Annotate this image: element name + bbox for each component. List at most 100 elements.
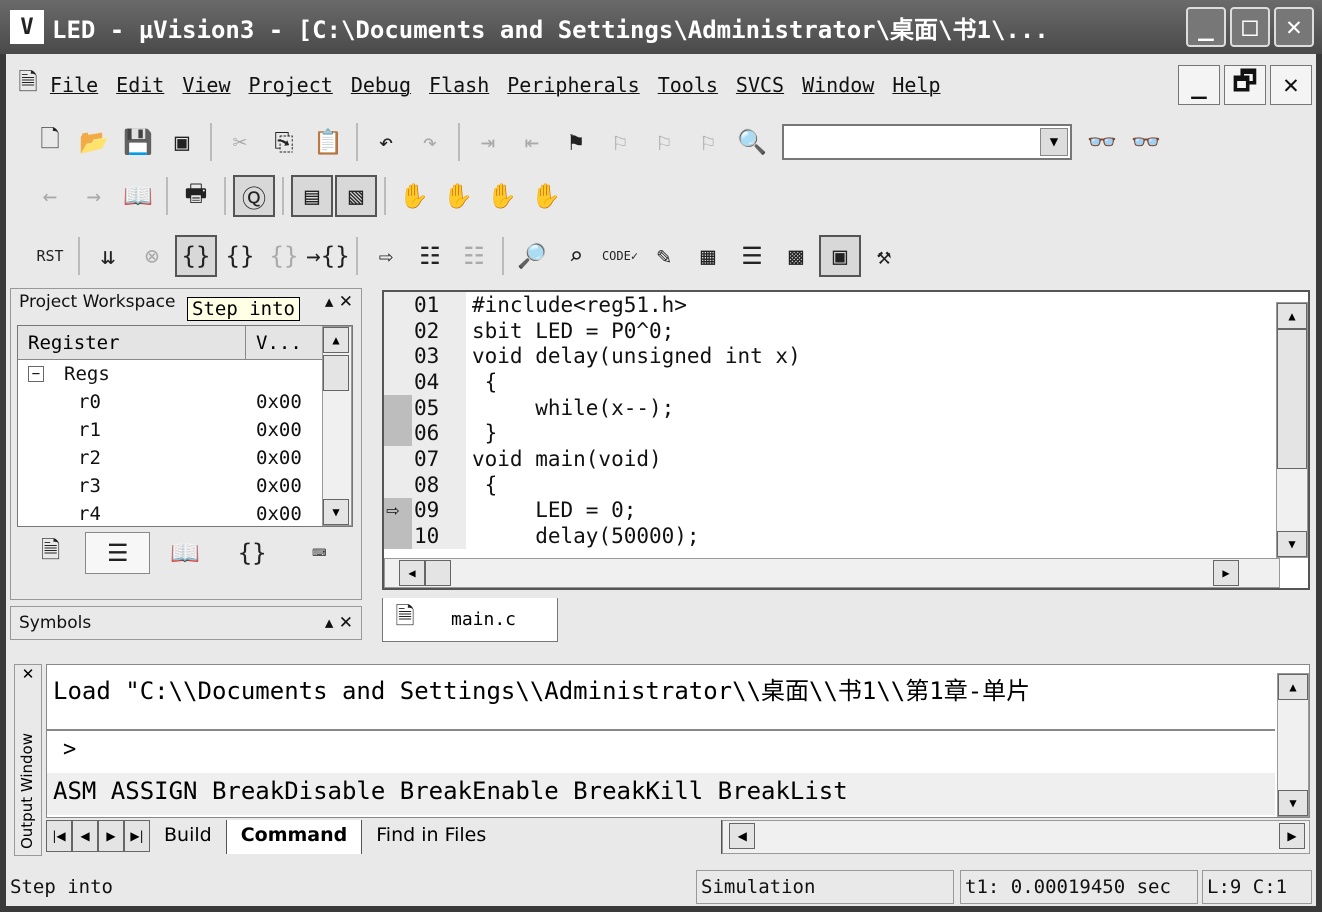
scroll-thumb[interactable] — [425, 560, 451, 586]
scroll-right-button[interactable]: ▶ — [1213, 560, 1239, 586]
mdi-minimize-button[interactable]: _ — [1178, 65, 1220, 105]
code-line[interactable]: 06 } — [384, 420, 1308, 447]
menu-help[interactable]: Help — [892, 73, 940, 97]
output-hscrollbar[interactable]: ◀ ▶ — [722, 820, 1310, 854]
run-to-cursor-icon[interactable]: →{} — [306, 235, 349, 277]
watch-icon[interactable]: ⌕ — [555, 235, 597, 277]
incremental-find-icon[interactable]: 👓 — [1125, 121, 1167, 163]
menu-debug[interactable]: Debug — [351, 73, 411, 97]
minimize-button[interactable]: _ — [1186, 7, 1226, 47]
command-prompt[interactable]: > — [47, 731, 1309, 773]
clear-bookmarks-icon[interactable]: ⚐ — [687, 121, 729, 163]
menu-file[interactable]: File — [50, 73, 98, 97]
trace-records-icon[interactable]: ☷ — [453, 235, 495, 277]
vertical-scrollbar[interactable]: ▲ ▼ — [322, 326, 352, 526]
code-line[interactable]: 02 sbit LED = P0^0; — [384, 317, 1308, 344]
menu-edit[interactable]: Edit — [116, 73, 164, 97]
print-icon[interactable]: 🖶 — [175, 175, 217, 217]
insert-breakpoint-icon[interactable]: ✋ — [393, 175, 435, 217]
save-icon[interactable]: 💾 — [117, 121, 159, 163]
tab-main-c[interactable]: 🗎 main.c — [382, 598, 558, 642]
scroll-right-button[interactable]: ▶ — [1279, 823, 1305, 849]
step-into-icon[interactable]: {} — [175, 235, 217, 277]
scroll-up-button[interactable]: ▲ — [323, 327, 349, 353]
functions-tab-icon[interactable]: {} — [220, 532, 285, 574]
new-file-icon[interactable]: 🗋 — [29, 121, 71, 163]
next-bookmark-icon[interactable]: ⚐ — [643, 121, 685, 163]
scroll-up-button[interactable]: ▲ — [1278, 674, 1308, 700]
code-line[interactable]: 08 { — [384, 471, 1308, 498]
disable-all-breakpoints-icon[interactable]: ✋ — [481, 175, 523, 217]
menu-project[interactable]: Project — [249, 73, 333, 97]
register-row[interactable]: r2 0x00 — [18, 444, 352, 472]
step-out-icon[interactable]: {} — [263, 235, 305, 277]
menu-svcs[interactable]: SVCS — [736, 73, 784, 97]
run-icon[interactable]: ⇊ — [87, 235, 129, 277]
column-value[interactable]: V... — [246, 326, 320, 359]
scroll-thumb[interactable] — [1277, 329, 1307, 469]
files-tab-icon[interactable]: 🗎 — [18, 532, 83, 574]
editor-vscrollbar[interactable]: ▲ ▼ — [1276, 302, 1308, 558]
kill-breakpoints-icon[interactable]: ✋ — [525, 175, 567, 217]
logic-analyzer-icon[interactable]: ☰ — [731, 235, 773, 277]
unindent-icon[interactable]: ⇤ — [511, 121, 553, 163]
panel-controls[interactable]: ▴ ✕ — [325, 292, 353, 312]
toolbox-icon[interactable]: ▣ — [819, 235, 861, 277]
code-line[interactable]: 03 void delay(unsigned int x) — [384, 343, 1308, 370]
bookmark-icon[interactable]: ⚑ — [555, 121, 597, 163]
maximize-button[interactable]: □ — [1230, 7, 1270, 47]
tab-build[interactable]: Build — [150, 820, 227, 854]
menu-window[interactable]: Window — [802, 73, 874, 97]
next-tab-button[interactable]: ▶ — [98, 820, 124, 852]
panel-controls[interactable]: ▴ ✕ — [325, 613, 353, 633]
templates-tab-icon[interactable]: ⌨ — [287, 532, 352, 574]
menu-view[interactable]: View — [182, 73, 230, 97]
tree-group-regs[interactable]: − Regs — [18, 360, 352, 388]
code-line[interactable]: 05 while(x--); — [384, 394, 1308, 421]
code-line[interactable]: ⇨ 09 LED = 0; — [384, 497, 1308, 524]
stop-icon[interactable]: ⊗ — [131, 235, 173, 277]
code-editor[interactable]: 01 #include<reg51.h> 02 sbit LED = P0^0; 03 v… — [382, 290, 1310, 590]
redo-icon[interactable]: ↷ — [409, 121, 451, 163]
menu-flash[interactable]: Flash — [429, 73, 489, 97]
code-line[interactable]: 04 { — [384, 369, 1308, 395]
output-vscrollbar[interactable]: ▲ ▼ — [1277, 673, 1309, 817]
menu-tools[interactable]: Tools — [658, 73, 718, 97]
undo-icon[interactable]: ↶ — [365, 121, 407, 163]
cut-icon[interactable]: ✂ — [219, 121, 261, 163]
tab-find-in-files[interactable]: Find in Files — [362, 820, 723, 854]
indent-icon[interactable]: ⇥ — [467, 121, 509, 163]
code-coverage-icon[interactable]: CODE✓ — [599, 235, 641, 277]
scroll-left-button[interactable]: ◀ — [399, 560, 425, 586]
first-tab-button[interactable]: |◀ — [46, 820, 72, 852]
open-icon[interactable]: 📂 — [73, 121, 115, 163]
debug-session-icon[interactable]: Ⓠ — [233, 175, 275, 217]
performance-icon[interactable]: ✎ — [643, 235, 685, 277]
find-icon[interactable]: 👓 — [1081, 121, 1123, 163]
back-icon[interactable]: ← — [29, 175, 71, 217]
mdi-restore-button[interactable]: 🗗 — [1224, 65, 1266, 105]
scroll-down-button[interactable]: ▼ — [1277, 531, 1307, 557]
scroll-up-button[interactable]: ▲ — [1277, 303, 1307, 329]
forward-icon[interactable]: → — [73, 175, 115, 217]
scroll-down-button[interactable]: ▼ — [1278, 790, 1308, 816]
hammer-icon[interactable]: ⚒ — [863, 235, 905, 277]
code-line[interactable]: 07 void main(void) — [384, 446, 1308, 472]
find-combo[interactable]: ▼ — [782, 124, 1072, 160]
step-over-icon[interactable]: {} — [219, 235, 261, 277]
show-next-statement-icon[interactable]: ⇨ — [365, 235, 407, 277]
scroll-thumb[interactable] — [323, 355, 349, 391]
code-line[interactable]: 01 #include<reg51.h> — [384, 292, 1308, 318]
register-row[interactable]: r1 0x00 — [18, 416, 352, 444]
mdi-close-button[interactable]: ✕ — [1270, 65, 1312, 105]
editor-hscrollbar[interactable]: ◀ ▶ — [384, 558, 1280, 588]
scroll-left-button[interactable]: ◀ — [729, 823, 756, 849]
find-in-files-icon[interactable]: 🔍 — [731, 121, 773, 163]
column-register[interactable]: Register — [18, 326, 246, 359]
last-tab-button[interactable]: ▶| — [124, 820, 150, 852]
code-line[interactable]: 10 delay(50000); — [384, 523, 1308, 549]
trace-icon[interactable]: ☷ — [409, 235, 451, 277]
copy-icon[interactable]: ⎘ — [263, 121, 305, 163]
prev-bookmark-icon[interactable]: ⚐ — [599, 121, 641, 163]
browse-icon[interactable]: 📖 — [117, 175, 159, 217]
